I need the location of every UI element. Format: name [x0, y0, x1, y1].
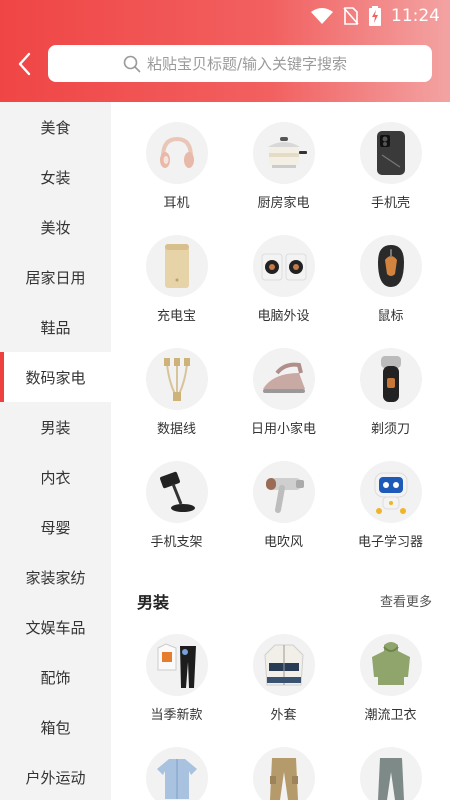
cable-icon [163, 358, 190, 401]
subcategory-panel: 耳机 厨房家电 手机壳 充电宝 电脑外设 鼠标 数据线 日用小家电 剃须刀 手机… [111, 102, 450, 800]
shirt-icon [156, 759, 197, 799]
hoodie-icon [371, 642, 410, 685]
subcategory-kitchen-appliances[interactable]: 厨房家电 [230, 102, 337, 215]
shaver-icon [380, 356, 401, 402]
chevron-left-icon [18, 52, 31, 76]
sidebar-item-food[interactable]: 美食 [0, 102, 111, 152]
subcategory-label: 潮流卫衣 [364, 708, 417, 723]
cooking-pot-icon [267, 137, 307, 168]
digital-subcategory-grid: 耳机 厨房家电 手机壳 充电宝 电脑外设 鼠标 数据线 日用小家电 剃须刀 手机… [123, 102, 443, 554]
search-icon [123, 55, 141, 72]
headphones-icon [159, 136, 194, 168]
subcategory-label: 耳机 [163, 196, 190, 211]
sidebar-item-shoes[interactable]: 鞋品 [0, 302, 111, 352]
wifi-icon [311, 8, 333, 24]
trousers-icon [377, 758, 404, 800]
sidebar-item-home-daily[interactable]: 居家日用 [0, 252, 111, 302]
subcategory-jacket[interactable]: 外套 [230, 614, 337, 727]
subcategory-learning-device[interactable]: 电子学习器 [337, 441, 444, 554]
subcategory-hair-dryer[interactable]: 电吹风 [230, 441, 337, 554]
subcategory-label: 当季新款 [150, 708, 203, 723]
sidebar-item-accessories[interactable]: 配饰 [0, 652, 111, 702]
speaker-icon [261, 253, 306, 281]
menswear-subcategory-grid: 当季新款 外套 潮流卫衣 [123, 614, 443, 800]
jacket-icon [263, 644, 304, 686]
sidebar-item-womenswear[interactable]: 女装 [0, 152, 111, 202]
hair-dryer-icon [265, 478, 304, 513]
power-bank-icon [164, 244, 189, 288]
subcategory-label: 电脑外设 [257, 309, 310, 324]
subcategory-small-appliances[interactable]: 日用小家电 [230, 328, 337, 441]
battery-charging-icon [369, 6, 381, 26]
category-sidebar: 美食 女装 美妆 居家日用 鞋品 数码家电 男装 内衣 母婴 家装家纺 文娱车品… [0, 102, 111, 800]
subcategory-hoodie[interactable]: 潮流卫衣 [337, 614, 444, 727]
subcategory-headphones[interactable]: 耳机 [123, 102, 230, 215]
subcategory-shaver[interactable]: 剃须刀 [337, 328, 444, 441]
subcategory-label: 剃须刀 [370, 422, 410, 437]
subcategory-pc-peripherals[interactable]: 电脑外设 [230, 215, 337, 328]
subcategory-label: 日用小家电 [250, 422, 316, 437]
learning-robot-icon [374, 472, 407, 514]
sidebar-item-underwear[interactable]: 内衣 [0, 452, 111, 502]
cargo-pants-icon [269, 758, 298, 800]
subcategory-label: 鼠标 [377, 309, 404, 324]
search-bar[interactable] [48, 45, 432, 82]
subcategory-new-season[interactable]: 当季新款 [123, 614, 230, 727]
sidebar-item-beauty[interactable]: 美妆 [0, 202, 111, 252]
subcategory-label: 电子学习器 [357, 535, 423, 550]
search-input[interactable] [147, 54, 357, 73]
header: 11:24 [0, 0, 450, 102]
view-more-link[interactable]: 查看更多 [380, 591, 432, 610]
no-sim-icon [343, 7, 359, 25]
subcategory-label: 手机壳 [370, 196, 410, 211]
phone-stand-icon [159, 471, 195, 512]
subcategory-label: 数据线 [156, 422, 196, 437]
sidebar-item-entertainment-auto[interactable]: 文娱车品 [0, 602, 111, 652]
subcategory-mouse[interactable]: 鼠标 [337, 215, 444, 328]
phone-case-icon [376, 131, 405, 175]
subcategory-label: 厨房家电 [257, 196, 310, 211]
back-button[interactable] [14, 50, 38, 78]
subcategory-cargo-pants[interactable] [230, 727, 337, 800]
sidebar-item-home-textile[interactable]: 家装家纺 [0, 552, 111, 602]
subcategory-trousers[interactable] [337, 727, 444, 800]
sidebar-item-bags[interactable]: 箱包 [0, 702, 111, 752]
subcategory-phone-case[interactable]: 手机壳 [337, 102, 444, 215]
clock-time: 11:24 [391, 6, 440, 26]
section-title-menswear: 男装 [137, 593, 170, 612]
subcategory-shirt[interactable] [123, 727, 230, 800]
subcategory-label: 手机支架 [150, 535, 203, 550]
iron-icon [262, 362, 305, 393]
subcategory-label: 电吹风 [263, 535, 303, 550]
mouse-icon [377, 245, 404, 287]
subcategory-label: 充电宝 [156, 309, 196, 324]
sidebar-item-digital-appliances[interactable]: 数码家电 [0, 352, 111, 402]
subcategory-phone-stand[interactable]: 手机支架 [123, 441, 230, 554]
sidebar-item-baby[interactable]: 母婴 [0, 502, 111, 552]
subcategory-data-cable[interactable]: 数据线 [123, 328, 230, 441]
sidebar-item-menswear[interactable]: 男装 [0, 402, 111, 452]
sidebar-item-outdoor-sports[interactable]: 户外运动 [0, 752, 111, 800]
subcategory-label: 外套 [270, 708, 297, 723]
status-bar: 11:24 [0, 0, 450, 32]
outfit-icon [157, 643, 196, 688]
subcategory-power-bank[interactable]: 充电宝 [123, 215, 230, 328]
